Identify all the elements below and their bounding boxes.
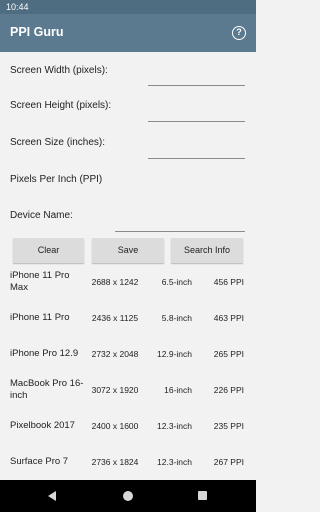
recents-square-icon[interactable]: [198, 491, 207, 500]
system-nav-bar: [0, 480, 256, 512]
device-resolution: 2436 x 1125: [91, 313, 139, 323]
home-circle-icon[interactable]: [123, 491, 133, 501]
device-list[interactable]: iPhone 11 Pro Max 2688 x 1242 6.5-inch 4…: [0, 264, 256, 480]
screen-height-label: Screen Height (pixels):: [10, 100, 112, 111]
device-ppi: 265 PPI: [213, 349, 244, 359]
device-resolution: 3072 x 1920: [91, 385, 139, 395]
device-resolution: 2732 x 2048: [91, 349, 139, 359]
device-size: 12.3-inch: [157, 421, 192, 431]
status-bar: 10:44: [0, 0, 256, 14]
device-row[interactable]: Pixelbook 2017 2400 x 1600 12.3-inch 235…: [0, 408, 256, 444]
device-name: Pixelbook 2017: [10, 420, 75, 431]
device-name-input[interactable]: [115, 216, 245, 232]
ppi-result-label: Pixels Per Inch (PPI): [10, 174, 103, 185]
device-size: 12.3-inch: [157, 457, 192, 467]
device-ppi: 456 PPI: [213, 277, 244, 287]
clear-button[interactable]: Clear: [13, 238, 84, 263]
device-name: Surface Pro 7: [10, 456, 69, 467]
save-button[interactable]: Save: [92, 238, 164, 263]
device-resolution: 2688 x 1242: [91, 277, 139, 287]
screen-size-label: Screen Size (inches):: [10, 137, 106, 148]
device-ppi: 235 PPI: [213, 421, 244, 431]
device-row[interactable]: iPhone Pro 12.9 2732 x 2048 12.9-inch 26…: [0, 336, 256, 372]
device-name: iPhone 11 Pro: [10, 312, 70, 323]
device-name-label: Device Name:: [10, 210, 73, 221]
device-name: iPhone Pro 12.9: [10, 348, 79, 359]
device-size: 16-inch: [164, 385, 192, 395]
device-ppi: 226 PPI: [213, 385, 244, 395]
search-info-button[interactable]: Search Info: [171, 238, 243, 263]
device-row[interactable]: iPhone 11 Pro Max 2688 x 1242 6.5-inch 4…: [0, 264, 256, 300]
screen-height-input[interactable]: [148, 106, 245, 122]
back-triangle-icon[interactable]: [48, 491, 56, 501]
device-size: 5.8-inch: [161, 313, 192, 323]
device-ppi: 267 PPI: [213, 457, 244, 467]
screen-width-label: Screen Width (pixels):: [10, 65, 108, 76]
screen-size-input[interactable]: [148, 143, 245, 159]
device-row[interactable]: Surface Pro 7 2736 x 1824 12.3-inch 267 …: [0, 444, 256, 480]
device-size: 6.5-inch: [161, 277, 192, 287]
status-time: 10:44: [6, 2, 29, 12]
device-row[interactable]: iPhone 11 Pro 2436 x 1125 5.8-inch 463 P…: [0, 300, 256, 336]
help-icon[interactable]: ?: [232, 26, 246, 40]
device-row[interactable]: MacBook Pro 16-inch 3072 x 1920 16-inch …: [0, 372, 256, 408]
screen-width-input[interactable]: [148, 70, 245, 86]
device-resolution: 2400 x 1600: [91, 421, 139, 431]
device-resolution: 2736 x 1824: [91, 457, 139, 467]
device-name: iPhone 11 Pro Max: [10, 270, 70, 293]
device-ppi: 463 PPI: [213, 313, 244, 323]
device-size: 12.9-inch: [157, 349, 192, 359]
app-bar: PPI Guru ?: [0, 14, 256, 52]
app-title: PPI Guru: [10, 25, 64, 39]
device-name: MacBook Pro 16-inch: [10, 378, 84, 401]
